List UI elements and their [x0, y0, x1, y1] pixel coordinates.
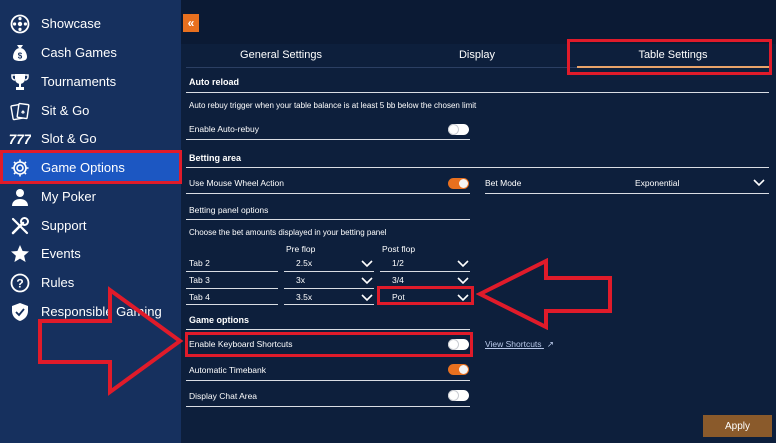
highlight-table-settings-tab	[567, 39, 772, 75]
mouse-wheel-toggle[interactable]	[448, 178, 469, 189]
chevron-down-icon[interactable]	[457, 260, 469, 268]
betting-panel-options-label: Betting panel options	[189, 205, 269, 215]
highlight-keyboard-shortcuts	[185, 332, 473, 357]
chevron-down-icon[interactable]	[753, 179, 765, 187]
preflop-select[interactable]: 2.5x	[296, 258, 312, 268]
bet-mode-value[interactable]: Exponential	[635, 178, 679, 188]
tab-general-settings[interactable]: General Settings	[186, 44, 376, 66]
divider	[186, 329, 470, 330]
divider	[186, 288, 278, 289]
sidebar-item-support[interactable]: Support	[0, 211, 181, 240]
bet-tab-label: Tab 3	[189, 275, 210, 285]
cards-icon: ♠	[9, 100, 31, 122]
pre-flop-header: Pre flop	[286, 244, 316, 254]
sidebar-item-label: Cash Games	[41, 45, 117, 60]
divider	[284, 288, 374, 289]
tab-label: General Settings	[240, 49, 322, 61]
svg-text:?: ?	[16, 276, 23, 290]
divider	[186, 219, 470, 220]
sidebar-item-showcase[interactable]: Showcase	[0, 9, 181, 38]
chevron-down-icon[interactable]	[361, 277, 373, 285]
chevron-down-icon[interactable]	[361, 294, 373, 302]
divider	[186, 139, 470, 140]
red-arrow-right-icon	[38, 286, 184, 396]
game-options-title: Game options	[189, 315, 250, 325]
display-chat-toggle[interactable]	[448, 390, 469, 401]
trophy-icon	[9, 71, 31, 93]
automatic-timebank-toggle[interactable]	[448, 364, 469, 375]
sidebar-item-label: Tournaments	[41, 74, 117, 89]
sidebar-item-label: Support	[41, 218, 87, 233]
betting-area-title: Betting area	[189, 153, 242, 163]
view-shortcuts-link[interactable]: View Shortcuts ↗	[485, 339, 554, 350]
post-flop-header: Post flop	[382, 244, 416, 254]
collapse-sidebar-button[interactable]: «	[183, 14, 199, 32]
money-bag-icon: $	[9, 42, 31, 64]
sidebar-item-my-poker[interactable]: My Poker	[0, 182, 181, 211]
sidebar-item-label: Showcase	[41, 16, 101, 31]
divider	[284, 271, 374, 272]
divider	[380, 271, 470, 272]
display-chat-label: Display Chat Area	[189, 391, 258, 401]
preflop-select[interactable]: 3x	[296, 275, 305, 285]
bet-tab-label: Tab 2	[189, 258, 210, 268]
sidebar-item-slot-go[interactable]: 777 Slot & Go	[0, 124, 181, 153]
sidebar-item-tournaments[interactable]: Tournaments	[0, 67, 181, 96]
sidebar-item-label: Sit & Go	[41, 103, 90, 118]
tools-icon	[9, 215, 31, 237]
auto-rebuy-toggle[interactable]	[448, 124, 469, 135]
divider	[186, 193, 470, 194]
slot-777-icon: 777	[9, 128, 31, 150]
divider	[186, 167, 769, 168]
tab-label: Display	[458, 49, 496, 61]
question-icon: ?	[9, 272, 31, 294]
sidebar-item-events[interactable]: Events	[0, 239, 181, 268]
showcase-icon	[9, 13, 31, 35]
divider	[485, 193, 769, 194]
divider	[186, 304, 278, 305]
divider	[186, 380, 470, 381]
tab-display[interactable]: Display	[382, 44, 572, 66]
auto-reload-title: Auto reload	[189, 77, 240, 87]
bet-mode-label: Bet Mode	[485, 178, 522, 188]
divider	[284, 304, 374, 305]
sidebar-item-cash-games[interactable]: $ Cash Games	[0, 38, 181, 67]
shield-icon	[9, 301, 31, 323]
top-bar	[181, 0, 776, 44]
svg-text:♠: ♠	[21, 109, 25, 116]
highlight-pot-select	[377, 286, 474, 305]
postflop-select[interactable]: 1/2	[392, 258, 404, 268]
external-link-icon: ↗	[546, 339, 555, 349]
mouse-wheel-label: Use Mouse Wheel Action	[189, 178, 284, 188]
automatic-timebank-label: Automatic Timebank	[189, 365, 267, 375]
red-arrow-left-icon	[476, 258, 612, 330]
highlight-game-options	[0, 150, 182, 184]
star-icon	[9, 243, 31, 265]
divider	[186, 92, 769, 93]
sidebar-item-sit-go[interactable]: ♠ Sit & Go	[0, 96, 181, 125]
divider	[186, 406, 470, 407]
sidebar-item-label: Slot & Go	[41, 131, 97, 146]
sidebar-item-label: My Poker	[41, 189, 96, 204]
preflop-select[interactable]: 3.5x	[296, 292, 312, 302]
enable-auto-rebuy-label: Enable Auto-rebuy	[189, 124, 259, 134]
auto-reload-description: Auto rebuy trigger when your table balan…	[189, 101, 477, 110]
double-chevron-left-icon: «	[187, 16, 195, 30]
chevron-down-icon[interactable]	[457, 277, 469, 285]
choose-bet-amounts-label: Choose the bet amounts displayed in your…	[189, 228, 387, 237]
svg-text:$: $	[18, 51, 23, 60]
svg-text:777: 777	[9, 132, 31, 147]
user-icon	[9, 186, 31, 208]
sidebar-item-label: Events	[41, 246, 81, 261]
view-shortcuts-label: View Shortcuts	[485, 339, 542, 349]
bet-tab-label: Tab 4	[189, 292, 210, 302]
apply-button[interactable]: Apply	[703, 415, 772, 437]
divider	[186, 271, 278, 272]
postflop-select[interactable]: 3/4	[392, 275, 404, 285]
chevron-down-icon[interactable]	[361, 260, 373, 268]
